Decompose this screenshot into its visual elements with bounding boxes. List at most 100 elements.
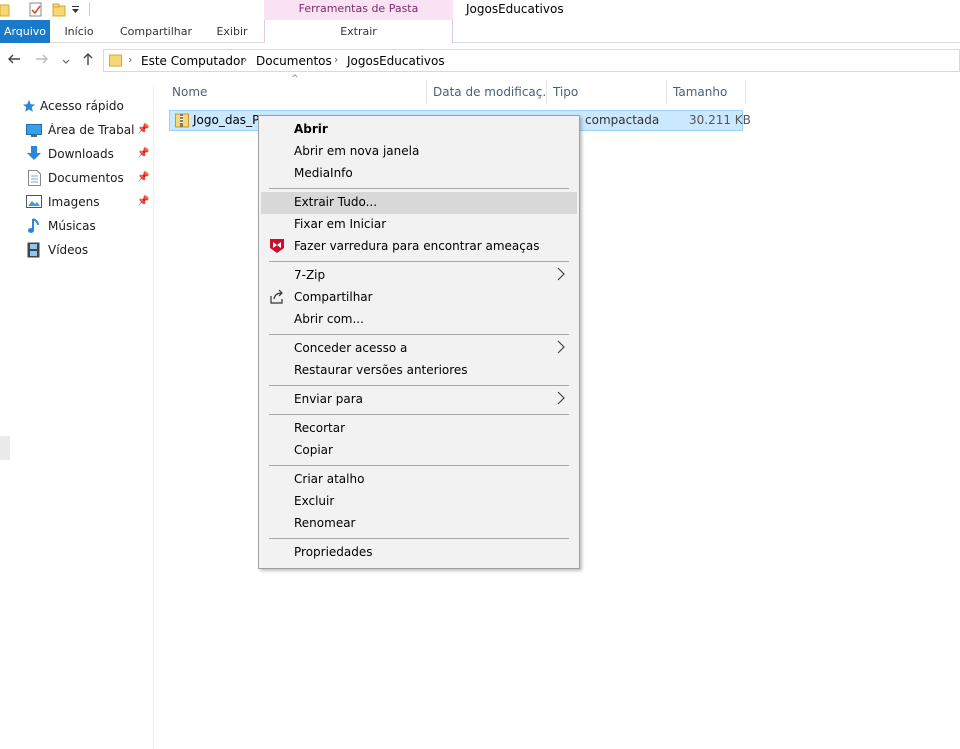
back-arrow-icon[interactable] bbox=[7, 52, 21, 70]
menu-label: Propriedades bbox=[294, 545, 373, 559]
menu-item-abrir-nova-janela[interactable]: Abrir em nova janela bbox=[261, 141, 577, 163]
menu-label: Compartilhar bbox=[294, 290, 373, 304]
toolbar-divider bbox=[89, 2, 90, 16]
breadcrumb-chevron-icon[interactable]: › bbox=[243, 53, 247, 66]
forward-arrow-icon[interactable] bbox=[35, 52, 49, 70]
menu-item-enviar-para[interactable]: Enviar para bbox=[261, 389, 577, 411]
nav-label: Vídeos bbox=[48, 243, 89, 257]
menu-item-excluir[interactable]: Excluir bbox=[261, 491, 577, 513]
column-header-nome[interactable]: Nome bbox=[166, 80, 427, 104]
column-header-data[interactable]: Data de modificaç... bbox=[427, 80, 547, 104]
menu-item-extrair-tudo[interactable]: Extrair Tudo... bbox=[261, 192, 577, 214]
nav-item-acesso-rapido[interactable]: Acesso rápido bbox=[0, 96, 154, 118]
recent-locations-chevron-icon[interactable] bbox=[62, 54, 70, 70]
nav-item-documentos[interactable]: Documentos 📌 bbox=[0, 168, 154, 190]
submenu-chevron-icon bbox=[557, 391, 565, 409]
file-size: 30.211 KB bbox=[689, 113, 751, 127]
film-icon bbox=[27, 242, 40, 261]
menu-separator bbox=[269, 465, 569, 466]
menu-label: MediaInfo bbox=[294, 166, 353, 180]
menu-separator bbox=[269, 188, 569, 189]
nav-item-imagens[interactable]: Imagens 📌 bbox=[0, 192, 154, 214]
address-bar[interactable]: › Este Computador › Documentos › JogosEd… bbox=[103, 49, 960, 72]
menu-label: Abrir bbox=[294, 122, 328, 136]
breadcrumb-documentos[interactable]: Documentos bbox=[256, 54, 332, 68]
menu-item-abrir-com[interactable]: Abrir com... bbox=[261, 309, 577, 331]
menu-label: Recortar bbox=[294, 421, 346, 435]
file-name[interactable]: Jogo_das_Pa bbox=[193, 113, 266, 127]
zip-folder-icon bbox=[175, 113, 189, 131]
menu-separator bbox=[269, 261, 569, 262]
menu-label: Fixar em Iniciar bbox=[294, 217, 387, 231]
breadcrumb-chevron-icon[interactable]: › bbox=[334, 53, 338, 66]
menu-item-conceder-acesso[interactable]: Conceder acesso a bbox=[261, 338, 577, 360]
pin-icon[interactable]: 📌 bbox=[137, 196, 149, 207]
column-header-tamanho[interactable]: Tamanho bbox=[667, 80, 746, 104]
menu-item-fazer-varredura[interactable]: Fazer varredura para encontrar ameaças bbox=[261, 236, 577, 258]
breadcrumb-jogoseducativos[interactable]: JogosEducativos bbox=[347, 54, 445, 68]
star-icon bbox=[22, 99, 36, 116]
nav-label: Músicas bbox=[48, 219, 96, 233]
tab-compartilhar[interactable]: Compartilhar bbox=[116, 20, 196, 43]
menu-item-fixar-em-iniciar[interactable]: Fixar em Iniciar bbox=[261, 214, 577, 236]
tab-inicio[interactable]: Início bbox=[57, 20, 101, 43]
menu-item-7zip[interactable]: 7-Zip bbox=[261, 265, 577, 287]
nav-item-downloads[interactable]: Downloads 📌 bbox=[0, 144, 154, 166]
nav-item-musicas[interactable]: Músicas bbox=[0, 216, 154, 238]
up-arrow-icon[interactable] bbox=[81, 52, 95, 70]
menu-label: Extrair Tudo... bbox=[294, 195, 378, 209]
menu-label: Enviar para bbox=[294, 392, 363, 406]
menu-label: Renomear bbox=[294, 516, 356, 530]
menu-item-propriedades[interactable]: Propriedades bbox=[261, 542, 577, 564]
nav-item-videos[interactable]: Vídeos bbox=[0, 240, 154, 262]
title-bar: Ferramentas de Pasta Compactada JogosEdu… bbox=[0, 0, 960, 32]
tab-exibir[interactable]: Exibir bbox=[210, 20, 254, 43]
ribbon-tabs: Arquivo Início Compartilhar Exibir Extra… bbox=[0, 20, 960, 43]
menu-separator bbox=[269, 538, 569, 539]
tab-extrair[interactable]: Extrair bbox=[264, 20, 453, 43]
menu-label: Conceder acesso a bbox=[294, 341, 408, 355]
nav-pane-scrollbar[interactable] bbox=[0, 436, 10, 460]
folder-icon[interactable] bbox=[0, 2, 10, 21]
pin-icon[interactable]: 📌 bbox=[137, 148, 149, 159]
menu-item-criar-atalho[interactable]: Criar atalho bbox=[261, 469, 577, 491]
menu-label: Abrir com... bbox=[294, 312, 364, 326]
menu-item-copiar[interactable]: Copiar bbox=[261, 440, 577, 462]
image-icon bbox=[26, 195, 42, 211]
column-headers: Nome Data de modificaç... Tipo Tamanho bbox=[166, 80, 746, 104]
properties-check-icon[interactable] bbox=[28, 2, 44, 21]
desktop-icon bbox=[26, 124, 42, 140]
nav-item-area-de-trabalho[interactable]: Área de Trabalho 📌 bbox=[0, 120, 154, 142]
nav-label: Imagens bbox=[48, 195, 100, 209]
menu-label: Criar atalho bbox=[294, 472, 365, 486]
menu-item-restaurar-versoes[interactable]: Restaurar versões anteriores bbox=[261, 360, 577, 382]
menu-label: Excluir bbox=[294, 494, 335, 508]
breadcrumb-chevron-icon[interactable]: › bbox=[128, 53, 132, 66]
folder-icon bbox=[109, 53, 123, 71]
menu-separator bbox=[269, 334, 569, 335]
menu-item-compartilhar[interactable]: Compartilhar bbox=[261, 287, 577, 309]
pin-icon[interactable]: 📌 bbox=[137, 172, 149, 183]
nav-label: Documentos bbox=[48, 171, 124, 185]
menu-item-renomear[interactable]: Renomear bbox=[261, 513, 577, 535]
new-folder-icon[interactable] bbox=[52, 2, 68, 21]
pin-icon[interactable]: 📌 bbox=[137, 124, 149, 135]
menu-label: 7-Zip bbox=[294, 268, 326, 282]
tab-arquivo[interactable]: Arquivo bbox=[0, 20, 50, 43]
submenu-chevron-icon bbox=[557, 340, 565, 358]
download-arrow-icon bbox=[27, 146, 41, 165]
navigation-pane: Acesso rápido Área de Trabalho 📌 Downloa… bbox=[0, 86, 154, 749]
menu-item-mediainfo[interactable]: MediaInfo bbox=[261, 163, 577, 185]
menu-label: Restaurar versões anteriores bbox=[294, 363, 468, 377]
menu-label: Copiar bbox=[294, 443, 333, 457]
contextual-group-label: Ferramentas de Pasta Compactada bbox=[264, 0, 453, 32]
menu-separator bbox=[269, 385, 569, 386]
menu-item-recortar[interactable]: Recortar bbox=[261, 418, 577, 440]
customize-toolbar-chevron-icon[interactable] bbox=[72, 4, 80, 18]
submenu-chevron-icon bbox=[557, 267, 565, 285]
breadcrumb-este-computador[interactable]: Este Computador bbox=[141, 54, 245, 68]
column-header-tipo[interactable]: Tipo bbox=[547, 80, 667, 104]
menu-item-abrir[interactable]: Abrir bbox=[261, 119, 577, 141]
file-type: compactada bbox=[585, 113, 660, 127]
menu-label: Abrir em nova janela bbox=[294, 144, 420, 158]
